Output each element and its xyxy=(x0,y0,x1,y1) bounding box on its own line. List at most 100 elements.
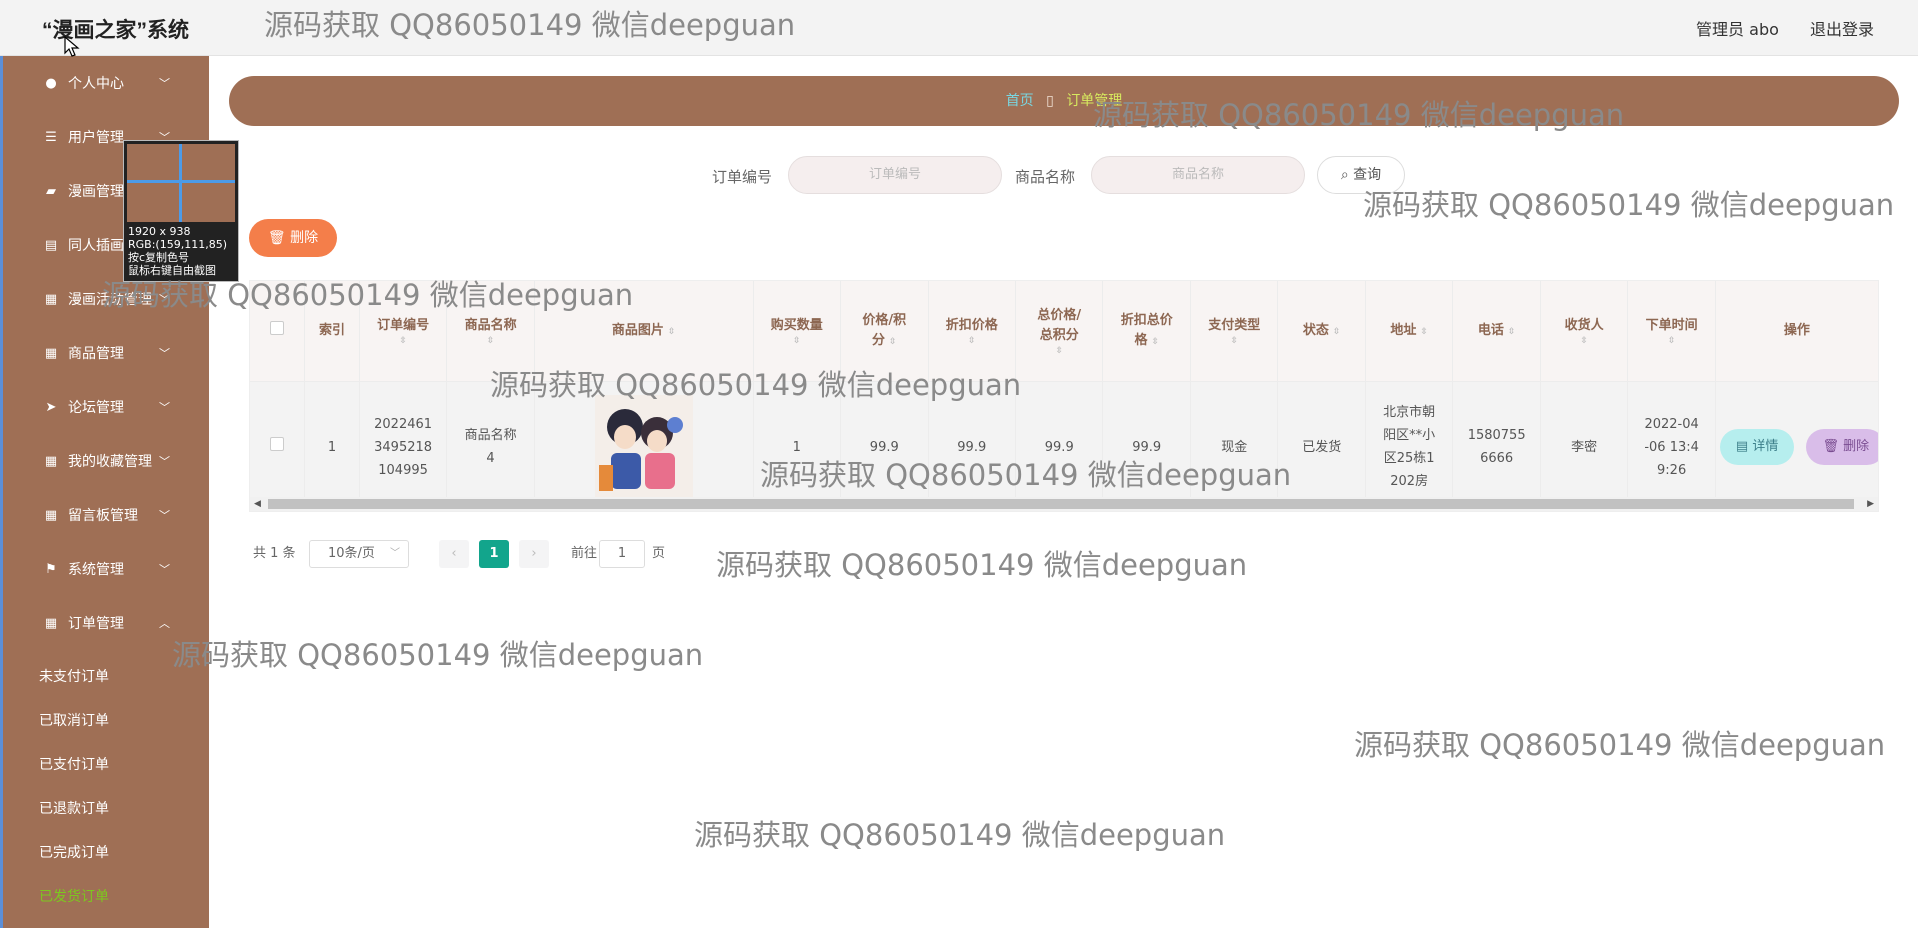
header-price[interactable]: 价格/积分 ⇳ xyxy=(840,281,929,382)
grid-icon: ▦ xyxy=(44,507,58,523)
cell-status: 已发货 xyxy=(1277,381,1366,511)
header-product-name[interactable]: 商品名称 ⇳ xyxy=(446,281,535,382)
main-content: 首页 ▯ 订单管理 订单编号 订单编号 商品名称 商品名称 ⌕ 查询 🗑 删除 xyxy=(209,56,1918,928)
header-total[interactable]: 总价格/总积分 ⇳ xyxy=(1015,281,1104,382)
batch-delete-button[interactable]: 🗑 删除 xyxy=(249,219,337,257)
goto-label: 前往 xyxy=(571,546,598,561)
header-quantity[interactable]: 购买数量 ⇳ xyxy=(753,281,842,382)
header-status[interactable]: 状态 ⇳ xyxy=(1277,281,1366,382)
header-product-image[interactable]: 商品图片 ⇳ xyxy=(534,281,754,382)
sub-item-cancelled-orders[interactable]: 已取消订单 xyxy=(39,710,109,730)
cell-order-time: 2022-04 -06 13:4 9:26 xyxy=(1627,381,1716,511)
next-page-button[interactable]: › xyxy=(519,540,549,568)
sort-icon: ⇳ xyxy=(1580,336,1588,346)
sidebar-item-system-management[interactable]: ⚑ 系统管理 ﹀ xyxy=(3,542,209,596)
grid-icon: ▦ xyxy=(44,291,58,307)
search-icon: ⌕ xyxy=(1340,167,1349,183)
sort-icon: ⇳ xyxy=(486,336,495,346)
search-button[interactable]: ⌕ 查询 xyxy=(1317,156,1405,194)
header-pay-type[interactable]: 支付类型 ⇳ xyxy=(1190,281,1279,382)
sliders-icon: ☰ xyxy=(45,129,57,145)
cell-receiver: 李密 xyxy=(1540,381,1629,511)
chevron-up-icon: ︿ xyxy=(159,617,170,630)
cell-discount-total: 99.9 xyxy=(1102,381,1191,511)
detail-button[interactable]: ▤ 详情 xyxy=(1719,429,1795,465)
product-name-label: 商品名称 xyxy=(1015,168,1076,186)
chevron-down-icon: ﹀ xyxy=(390,548,400,559)
header-order-no[interactable]: 订单编号 ⇳ xyxy=(359,281,448,382)
cell-actions: ▤ 详情 🗑 删除 xyxy=(1715,381,1878,511)
header-order-time[interactable]: 下单时间 ⇳ xyxy=(1627,281,1716,382)
sidebar-item-forum-management[interactable]: ➤ 论坛管理 ﹀ xyxy=(3,380,209,434)
sort-icon: ⇳ xyxy=(967,336,976,346)
page-size-select[interactable]: 10条/页 ﹀ xyxy=(309,540,409,568)
sidebar-item-label: 同人插画 xyxy=(68,238,124,254)
chevron-down-icon: ﹀ xyxy=(159,563,170,576)
admin-user-label[interactable]: 管理员 abo xyxy=(1696,20,1779,39)
grid-icon: ▦ xyxy=(44,453,58,469)
sub-item-shipped-orders[interactable]: 已发货订单 xyxy=(39,886,109,906)
header-index: 索引 xyxy=(304,281,360,382)
sidebar-item-personal-center[interactable]: ● 个人中心 ﹀ xyxy=(3,56,209,110)
header-discount-price[interactable]: 折扣价格 ⇳ xyxy=(928,281,1017,382)
row-select[interactable] xyxy=(250,381,306,511)
chevron-down-icon: ﹀ xyxy=(159,509,170,522)
sidebar-item-label: 个人中心 xyxy=(68,76,124,92)
header-receiver[interactable]: 收货人 ⇳ xyxy=(1540,281,1629,382)
sub-item-unpaid-orders[interactable]: 未支付订单 xyxy=(39,666,109,686)
orders-table: 索引 订单编号 ⇳ 商品名称 ⇳ 商品图片 ⇳ 购买数量 ⇳ 价格/积分 ⇳ 折扣价格 ⇳ … xyxy=(249,280,1879,512)
sidebar-item-label: 系统管理 xyxy=(68,562,124,578)
bookmark-icon: ▰ xyxy=(46,183,56,199)
logout-link[interactable]: 退出登录 xyxy=(1810,20,1874,39)
header-select-all[interactable] xyxy=(250,281,306,382)
trash-icon: 🗑 xyxy=(267,230,286,246)
search-bar: 订单编号 订单编号 商品名称 商品名称 ⌕ 查询 xyxy=(209,156,1918,196)
order-no-input[interactable]: 订单编号 xyxy=(788,156,1002,194)
header-discount-total[interactable]: 折扣总价格 ⇳ xyxy=(1102,281,1191,382)
select-all-checkbox[interactable] xyxy=(270,320,285,335)
sidebar-item-product-management[interactable]: ▦ 商品管理 ﹀ xyxy=(3,326,209,380)
scroll-left-icon[interactable]: ◀ xyxy=(254,497,261,511)
sidebar-item-label: 用户管理 xyxy=(68,130,124,146)
sub-item-refunded-orders[interactable]: 已退款订单 xyxy=(39,798,109,818)
top-bar: “漫画之家”系统 管理员 abo 退出登录 xyxy=(0,0,1918,56)
page-number-active[interactable]: 1 xyxy=(479,540,509,568)
breadcrumb-home[interactable]: 首页 xyxy=(1006,93,1034,109)
table-row: 1 2022461 3495218 104995 商品名称 4 1 99.9 9… xyxy=(250,381,1878,511)
product-name-input[interactable]: 商品名称 xyxy=(1091,156,1305,194)
document-icon: ▤ xyxy=(1735,439,1749,454)
header-phone[interactable]: 电话 ⇳ xyxy=(1452,281,1541,382)
breadcrumb-separator: ▯ xyxy=(1046,93,1054,109)
chevron-down-icon: ﹀ xyxy=(159,293,170,306)
prev-page-button[interactable]: ‹ xyxy=(439,540,469,568)
flag-icon: ⚑ xyxy=(45,561,57,577)
table-header-row: 索引 订单编号 ⇳ 商品名称 ⇳ 商品图片 ⇳ 购买数量 ⇳ 价格/积分 ⇳ 折扣价格 ⇳ … xyxy=(250,281,1878,382)
cell-product-image xyxy=(534,381,754,511)
scrollbar-thumb[interactable] xyxy=(268,499,1854,509)
sub-item-completed-orders[interactable]: 已完成订单 xyxy=(39,842,109,862)
sort-icon: ⇳ xyxy=(1667,336,1676,346)
sub-item-paid-orders[interactable]: 已支付订单 xyxy=(39,754,109,774)
header-address[interactable]: 地址 ⇳ xyxy=(1365,281,1454,382)
cell-address: 北京市朝 阳区**小 区25栋1 202房 xyxy=(1365,381,1454,511)
row-delete-button[interactable]: 🗑 删除 xyxy=(1806,429,1878,465)
sidebar-item-message-board[interactable]: ▦ 留言板管理 ﹀ xyxy=(3,488,209,542)
breadcrumb: 首页 ▯ 订单管理 xyxy=(229,76,1899,126)
scroll-right-icon[interactable]: ▶ xyxy=(1867,497,1874,511)
horizontal-scrollbar[interactable]: ◀ ▶ xyxy=(250,497,1878,511)
sidebar-item-label: 论坛管理 xyxy=(68,400,124,416)
sort-icon: ⇳ xyxy=(1420,326,1428,337)
row-checkbox[interactable] xyxy=(270,436,285,451)
breadcrumb-current: 订单管理 xyxy=(1066,93,1123,109)
sidebar-item-order-management[interactable]: ▦ 订单管理 ︿ xyxy=(3,596,209,650)
product-thumbnail xyxy=(594,395,693,499)
sidebar-item-label: 漫画管理 xyxy=(68,184,124,200)
sidebar-item-label: 漫画活动管理 xyxy=(68,292,152,308)
sidebar-item-favorites-management[interactable]: ▦ 我的收藏管理 ﹀ xyxy=(3,434,209,488)
sidebar-item-label: 留言板管理 xyxy=(68,508,138,524)
sidebar-item-label: 我的收藏管理 xyxy=(68,454,152,470)
goto-page-input[interactable]: 1 xyxy=(599,540,645,568)
chevron-down-icon: ﹀ xyxy=(159,347,170,360)
mouse-cursor-icon xyxy=(64,36,80,57)
cell-pay-type: 现金 xyxy=(1190,381,1279,511)
